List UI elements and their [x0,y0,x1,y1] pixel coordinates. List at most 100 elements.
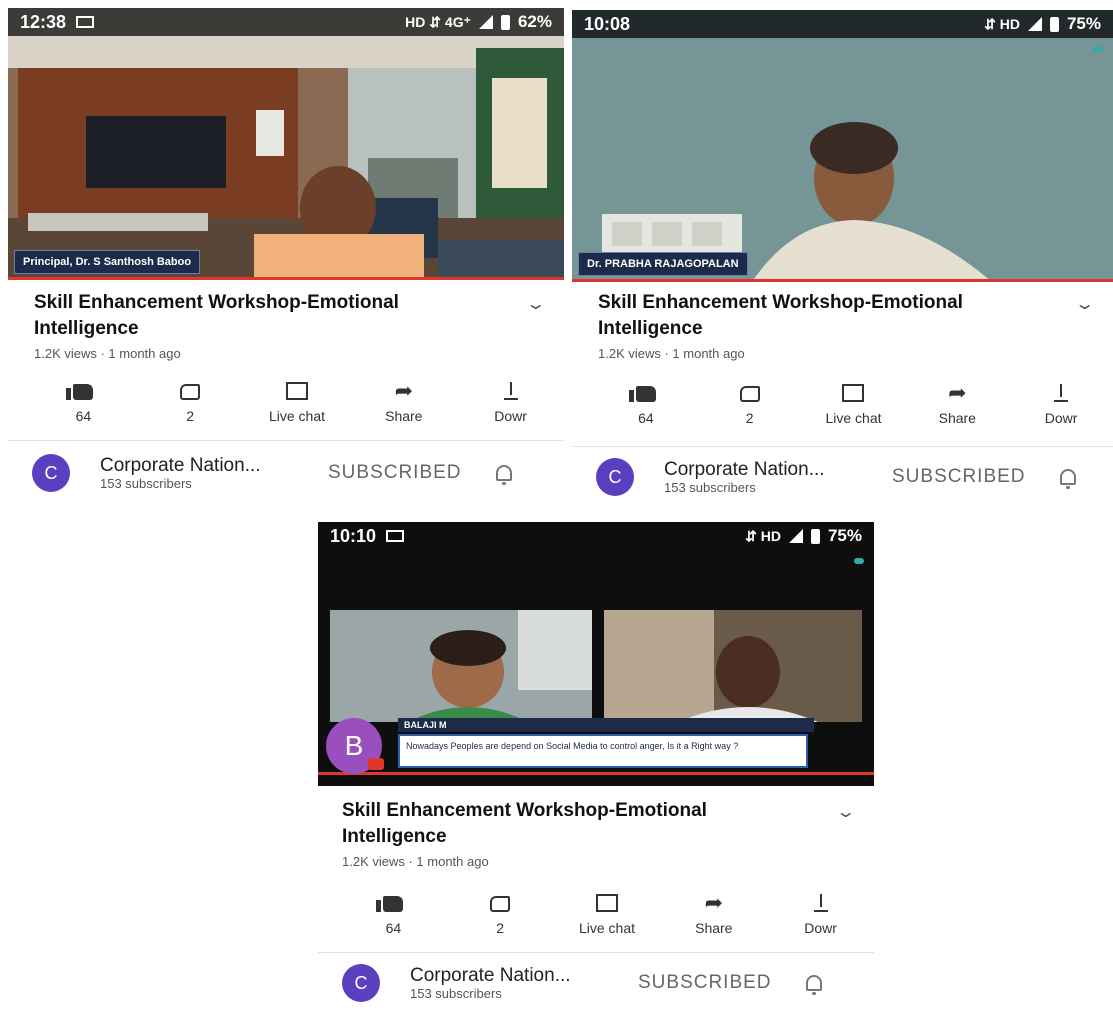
status-time: 10:08 [584,13,631,34]
video-frame [8,8,564,280]
channel-row: C Corporate Nation... 153 subscribers SU… [32,454,548,492]
channel-name[interactable]: Corporate Nation... [410,965,620,986]
screenshot-panel-1: 12:38 HD ⇵ 4G⁺ 62% Principal, Dr. S Sant… [8,8,564,500]
like-button[interactable]: 64 [594,378,698,426]
comment-text: Nowadays Peoples are depend on Social Me… [398,734,808,768]
live-chat-icon [595,894,618,912]
speaker-name-tag: Principal, Dr. S Santhosh Baboo [14,250,201,274]
status-time: 12:38 [20,11,67,32]
expand-chevron-icon[interactable]: ⌄ [835,802,856,850]
download-label: Dowr [494,408,527,424]
speaker-name-tag: Dr. PRABHA RAJAGOPALAN [578,252,748,276]
status-time: 10:10 [330,525,377,546]
channel-avatar[interactable]: C [32,454,70,492]
share-button[interactable]: ➦ Share [660,888,767,936]
share-button[interactable]: ➦ Share [905,378,1009,426]
action-bar: 64 2 Live chat ➦ Share Dowr [30,376,564,424]
dislike-count: 2 [186,408,195,424]
battery-icon [1049,16,1059,32]
channel-avatar[interactable]: C [342,964,380,1002]
like-count: 64 [638,410,654,426]
dislike-count: 2 [745,410,754,426]
notification-bell-icon[interactable] [495,465,512,485]
subscribed-button[interactable]: SUBSCRIBED [892,466,1026,488]
chat-comment-overlay: B BALAJI M Nowadays Peoples are depend o… [326,718,826,774]
gallery-notification-icon [76,16,95,28]
like-button[interactable]: 64 [30,376,137,424]
video-meta: 1.2K views · 1 month ago [34,346,181,361]
download-button[interactable]: Dowr [1009,378,1113,426]
gallery-notification-icon [386,530,405,542]
network-indicators: ⇵ HD [745,527,781,544]
status-bar: 10:10 ⇵ HD 75% [318,522,874,550]
subscribed-button[interactable]: SUBSCRIBED [328,462,462,484]
channel-name[interactable]: Corporate Nation... [664,459,874,480]
live-chat-label: Live chat [578,920,636,936]
thumb-down-icon [739,386,760,402]
video-player[interactable]: 10:08 ⇵ HD 75% Dr. PRABHA RAJAGOPALAN [572,10,1113,282]
video-title-row: Skill Enhancement Workshop-Emotional Int… [598,290,1095,342]
signal-icon [478,15,493,29]
progress-bar[interactable] [572,279,1113,282]
network-indicators: HD ⇵ 4G⁺ [405,13,471,30]
download-button[interactable]: Dowr [457,376,564,424]
streamyard-logo [854,556,864,566]
battery-percent: 62% [517,12,552,31]
status-bar: 12:38 HD ⇵ 4G⁺ 62% [8,8,564,36]
video-frame [572,10,1113,282]
video-meta: 1.2K views · 1 month ago [342,854,489,869]
progress-bar[interactable] [8,277,564,280]
video-title-row: Skill Enhancement Workshop-Emotional Int… [342,798,856,850]
live-chat-label: Live chat [268,408,326,424]
download-icon [1054,384,1069,402]
thumb-up-icon [628,386,656,402]
thumb-down-icon [490,896,511,912]
video-title: Skill Enhancement Workshop-Emotional Int… [34,292,399,339]
battery-percent: 75% [1066,14,1101,33]
expand-chevron-icon[interactable]: ⌄ [1074,294,1095,342]
video-title-row: Skill Enhancement Workshop-Emotional Int… [34,290,546,342]
channel-row: C Corporate Nation... 153 subscribers SU… [596,458,1097,496]
channel-name[interactable]: Corporate Nation... [100,455,310,476]
subscriber-count: 153 subscribers [100,475,192,491]
dislike-button[interactable]: 2 [447,888,554,936]
divider [8,440,564,441]
share-label: Share [385,408,423,424]
share-button[interactable]: ➦ Share [350,376,457,424]
screenshot-panel-3: 10:10 ⇵ HD 75% B BALAJI M Nowadays Peopl… [318,522,874,1010]
live-chat-button[interactable]: Live chat [554,888,661,936]
live-chat-button[interactable]: Live chat [802,378,906,426]
subscriber-count: 153 subscribers [664,479,756,495]
video-title: Skill Enhancement Workshop-Emotional Int… [598,292,963,339]
dislike-button[interactable]: 2 [137,376,244,424]
share-icon: ➦ [394,378,413,403]
divider [572,446,1113,447]
thumb-up-icon [376,896,404,912]
video-title: Skill Enhancement Workshop-Emotional Int… [342,800,707,847]
notification-bell-icon[interactable] [1059,469,1076,489]
signal-icon [1027,17,1042,31]
live-chat-icon [285,382,308,400]
video-player[interactable]: 12:38 HD ⇵ 4G⁺ 62% Principal, Dr. S Sant… [8,8,564,280]
subscribed-button[interactable]: SUBSCRIBED [638,972,772,994]
thumb-up-icon [66,384,94,400]
dislike-count: 2 [496,920,505,936]
video-meta: 1.2K views · 1 month ago [598,346,745,361]
live-chat-label: Live chat [825,410,882,426]
share-label: Share [938,410,976,426]
expand-chevron-icon[interactable]: ⌄ [525,294,546,342]
channel-avatar[interactable]: C [596,458,634,496]
comment-author: BALAJI M [398,718,814,732]
download-button[interactable]: Dowr [767,888,874,936]
dislike-button[interactable]: 2 [698,378,802,426]
battery-percent: 75% [827,526,862,545]
video-player[interactable]: 10:10 ⇵ HD 75% B BALAJI M Nowadays Peopl… [318,522,874,786]
streamyard-logo [1093,44,1103,54]
signal-icon [788,529,803,543]
action-bar: 64 2 Live chat ➦ Share Dowr [340,888,874,936]
download-icon [503,382,518,400]
share-icon: ➦ [704,890,723,915]
live-chat-button[interactable]: Live chat [244,376,351,424]
like-button[interactable]: 64 [340,888,447,936]
notification-bell-icon[interactable] [805,975,822,995]
